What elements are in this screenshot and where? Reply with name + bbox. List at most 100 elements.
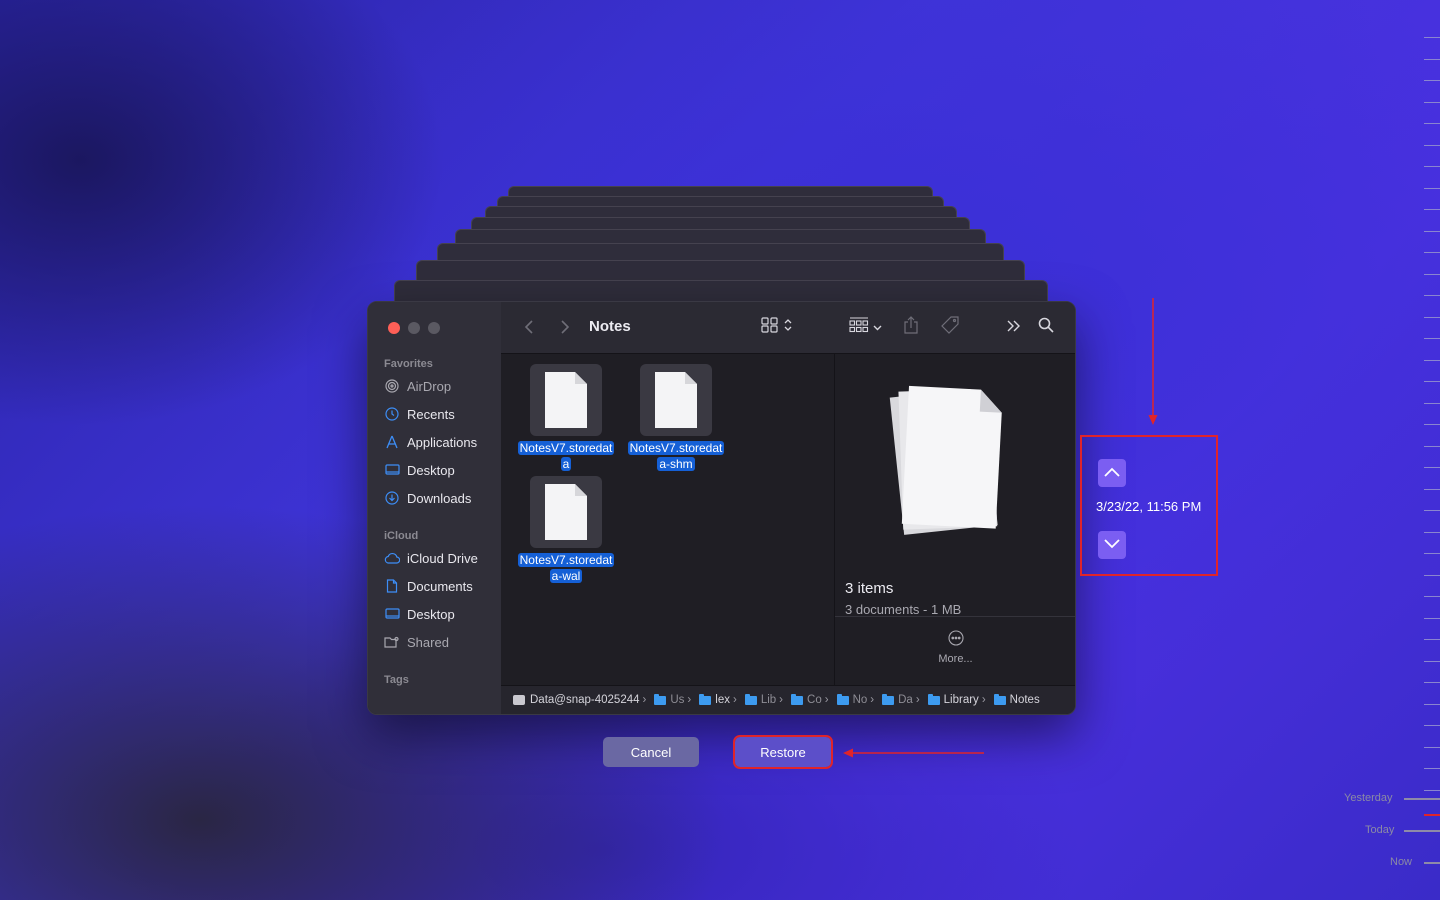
search-button[interactable] <box>1036 317 1056 337</box>
timeline-tick <box>1424 144 1440 146</box>
timeline-tick <box>1424 682 1440 683</box>
document-thumbnail <box>530 364 602 436</box>
path-item[interactable]: Library › <box>927 693 990 706</box>
next-snapshot-button[interactable] <box>1098 531 1126 559</box>
folder-icon <box>791 693 804 705</box>
group-by-button[interactable] <box>846 316 884 337</box>
timeline-tick <box>1424 467 1440 468</box>
timeline-tick <box>1424 660 1440 662</box>
file-item[interactable]: NotesV7.storedat a-wal <box>514 476 618 584</box>
path-item[interactable]: Lib › <box>744 693 787 706</box>
timeline-tick <box>1424 553 1440 554</box>
path-item[interactable]: Us › <box>654 693 695 706</box>
sidebar-item-applications[interactable]: Applications <box>384 431 496 453</box>
sidebar-item-label: Downloads <box>407 490 472 506</box>
window-title: Notes <box>589 318 631 335</box>
timeline-marker-today <box>1404 830 1440 832</box>
toolbar: Notes <box>501 302 1075 354</box>
sidebar-item-documents[interactable]: Documents <box>384 575 496 597</box>
timeline-label-today[interactable]: Today <box>1365 824 1394 836</box>
timeline-tick <box>1424 445 1440 447</box>
sidebar-item-desktop[interactable]: Desktop <box>384 459 496 481</box>
path-item-label: lex <box>715 694 730 706</box>
folder-icon <box>882 693 895 705</box>
sidebar-item-label: AirDrop <box>407 378 452 394</box>
timeline-marker-now <box>1424 862 1440 864</box>
document-thumbnail <box>640 364 712 436</box>
previous-snapshot-button[interactable] <box>1098 459 1126 487</box>
timeline-current-marker <box>1424 814 1440 816</box>
more-toolbar-button[interactable] <box>1004 318 1024 338</box>
file-item[interactable]: NotesV7.storedat a <box>514 364 618 472</box>
timeline-tick <box>1424 101 1440 103</box>
sidebar-item-shared[interactable]: Shared <box>384 631 496 653</box>
sidebar-item-icloud-desktop[interactable]: Desktop <box>384 603 496 625</box>
sidebar-item-airdrop[interactable]: AirDrop <box>384 375 496 397</box>
folder-icon <box>744 693 757 705</box>
folder-icon <box>993 693 1006 705</box>
share-button[interactable] <box>901 315 921 338</box>
chevron-down-icon <box>1104 536 1120 554</box>
timeline-tick <box>1424 639 1440 640</box>
timeline-tick <box>1424 187 1440 189</box>
minimize-window-button[interactable] <box>408 322 420 334</box>
path-item[interactable]: Co › <box>791 693 833 706</box>
more-button[interactable]: More... <box>835 630 1075 665</box>
view-mode-button[interactable] <box>757 316 795 338</box>
close-window-button[interactable] <box>388 322 400 334</box>
timeline-tick <box>1424 424 1440 425</box>
sidebar-item-recents[interactable]: Recents <box>384 403 496 425</box>
path-item[interactable]: Notes <box>993 693 1040 706</box>
restore-button[interactable]: Restore <box>733 735 833 769</box>
path-item-label: Da <box>898 694 913 706</box>
sidebar-item-downloads[interactable]: Downloads <box>384 487 496 509</box>
file-name: NotesV7.storedat a <box>517 441 615 471</box>
tag-icon <box>941 315 959 339</box>
ellipsis-circle-icon <box>835 630 1075 651</box>
disk-icon <box>513 695 525 705</box>
timeline-tick <box>1424 230 1440 232</box>
tags-heading: Tags <box>384 674 409 686</box>
arrow-to-date-panel-head <box>1148 415 1158 425</box>
snapshot-date: 3/23/22, 11:56 PM <box>1096 499 1202 514</box>
path-item[interactable]: No › <box>836 693 879 706</box>
path-item-label: Lib <box>760 694 777 706</box>
double-chevron-right-icon <box>1007 319 1021 337</box>
back-button[interactable] <box>521 319 537 335</box>
timeline-marker-yesterday <box>1404 798 1440 800</box>
timeline-label-yesterday[interactable]: Yesterday <box>1344 792 1393 804</box>
zoom-window-button[interactable] <box>428 322 440 334</box>
arrow-to-restore-head <box>843 748 853 758</box>
sidebar-item-label: Desktop <box>407 606 455 622</box>
folder-icon <box>927 693 940 705</box>
sidebar-item-label: Shared <box>407 634 449 650</box>
favorites-heading: Favorites <box>384 358 433 370</box>
timeline-tick <box>1424 252 1440 253</box>
item-count: 3 items <box>845 580 894 597</box>
sidebar-item-icloud-drive[interactable]: iCloud Drive <box>384 547 496 569</box>
chevron-up-icon <box>1104 464 1120 482</box>
timeline-label-now[interactable]: Now <box>1390 856 1412 868</box>
tag-button[interactable] <box>939 315 961 339</box>
icloud-heading: iCloud <box>384 530 419 542</box>
path-item[interactable]: Da › <box>882 693 924 706</box>
folder-icon <box>654 693 667 705</box>
file-grid: NotesV7.storedat a NotesV7.storedat a-shm … <box>501 354 833 685</box>
timeline-tick <box>1424 80 1440 81</box>
timeline-tick <box>1424 123 1440 124</box>
path-item[interactable]: lex › <box>699 693 741 706</box>
clock-icon <box>384 406 400 422</box>
path-item[interactable]: Data@snap-4025244 › <box>513 694 650 706</box>
timeline-ticks[interactable] <box>1420 0 1440 900</box>
timeline-tick <box>1424 295 1440 296</box>
timeline-tick <box>1424 725 1440 726</box>
folder-icon <box>836 693 849 705</box>
file-item[interactable]: NotesV7.storedat a-shm <box>624 364 728 472</box>
icon-grid-icon <box>760 316 779 338</box>
forward-button[interactable] <box>557 319 573 335</box>
up-down-chevron-icon <box>784 318 792 337</box>
timeline-tick <box>1424 574 1440 576</box>
search-icon <box>1038 317 1054 338</box>
cancel-button[interactable]: Cancel <box>603 737 699 767</box>
timeline-tick <box>1424 488 1440 490</box>
